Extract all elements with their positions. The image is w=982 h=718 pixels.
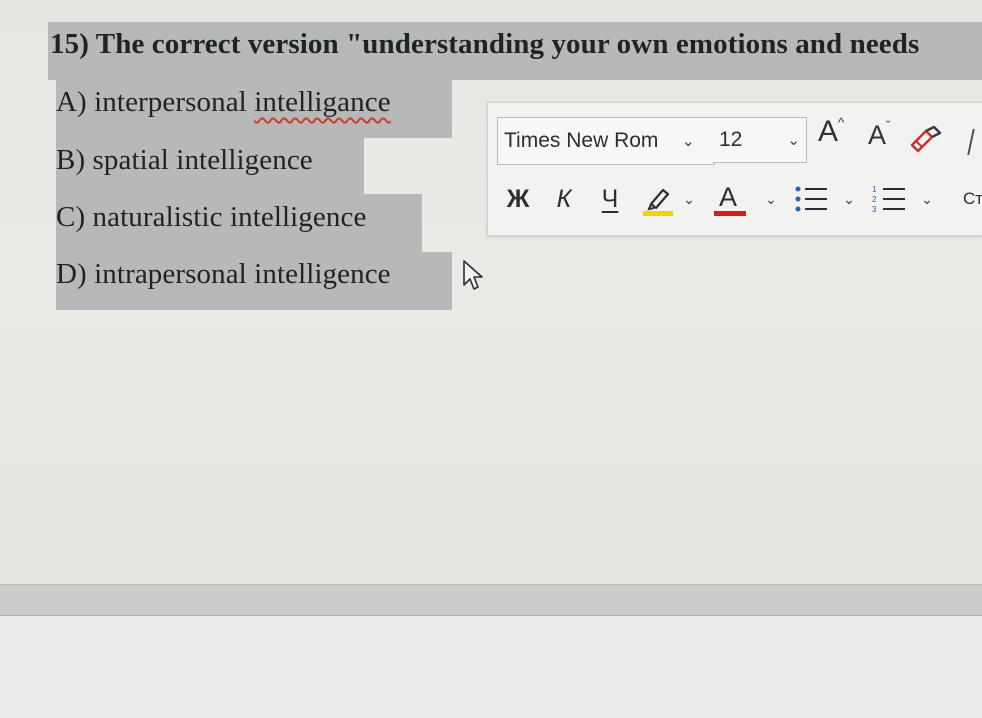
paintbrush-icon bbox=[910, 125, 942, 153]
italic-button[interactable]: К bbox=[548, 181, 580, 217]
svg-text:3: 3 bbox=[872, 205, 877, 214]
option-b[interactable]: B) spatial intelligence bbox=[56, 144, 313, 177]
svg-text:2: 2 bbox=[872, 195, 877, 204]
misspelled-word[interactable]: intelligance bbox=[254, 86, 390, 118]
font-color-button[interactable]: A bbox=[710, 181, 750, 217]
highlighter-icon bbox=[643, 188, 673, 216]
numbering-button[interactable]: 1 2 3 bbox=[870, 181, 910, 217]
chevron-down-icon[interactable]: ⌄ bbox=[682, 134, 695, 149]
chevron-down-icon[interactable]: ⌄ bbox=[764, 181, 778, 217]
option-a-text: A) interpersonal bbox=[56, 86, 255, 118]
chevron-down-icon[interactable]: ⌄ bbox=[787, 133, 800, 148]
highlight-button[interactable] bbox=[640, 181, 676, 217]
font-color-letter: A bbox=[719, 182, 737, 212]
svg-text:1: 1 bbox=[872, 185, 877, 194]
shrink-font-button[interactable]: Aˇ bbox=[868, 118, 890, 151]
chevron-down-icon[interactable]: ⌄ bbox=[682, 181, 696, 217]
next-page-area[interactable] bbox=[0, 616, 982, 718]
font-size-value: 12 bbox=[719, 128, 743, 151]
grow-font-label: A bbox=[818, 115, 839, 148]
underline-button[interactable]: Ч bbox=[594, 181, 626, 217]
caret-up-icon: ^ bbox=[838, 115, 845, 130]
caret-down-icon: ˇ bbox=[886, 118, 891, 133]
mini-formatting-toolbar: Times New Rom ⌄ 12 ⌄ A^ Aˇ Ж К Ч ⌄ A ⌄ ⌄… bbox=[487, 102, 982, 236]
font-name-select[interactable]: Times New Rom ⌄ bbox=[497, 117, 715, 165]
chevron-down-icon[interactable]: ⌄ bbox=[842, 181, 856, 217]
shrink-font-label: A bbox=[868, 120, 887, 150]
option-d[interactable]: D) intrapersonal intelligence bbox=[56, 258, 391, 291]
grow-font-button[interactable]: A^ bbox=[818, 115, 844, 149]
bold-button[interactable]: Ж bbox=[502, 181, 534, 217]
chevron-down-icon[interactable]: ⌄ bbox=[920, 181, 934, 217]
option-c[interactable]: C) naturalistic intelligence bbox=[56, 201, 366, 234]
mouse-pointer-icon bbox=[462, 259, 488, 298]
option-a[interactable]: A) interpersonal intelligance bbox=[56, 86, 391, 119]
numbered-list-icon: 1 2 3 bbox=[872, 185, 905, 214]
styles-button[interactable]: Ст bbox=[958, 181, 982, 217]
page-divider-band bbox=[0, 584, 982, 616]
font-size-select[interactable]: 12 ⌄ bbox=[713, 117, 807, 163]
bullets-button[interactable] bbox=[792, 181, 832, 217]
question-title[interactable]: 15) The correct version "understanding y… bbox=[50, 28, 919, 61]
font-name-value: Times New Rom bbox=[504, 129, 659, 152]
bullet-list-icon bbox=[795, 186, 827, 212]
font-color-icon: A bbox=[714, 182, 746, 216]
format-painter-button[interactable] bbox=[908, 125, 944, 160]
underline-label: Ч bbox=[601, 184, 619, 213]
clear-format-icon[interactable] bbox=[967, 129, 981, 155]
